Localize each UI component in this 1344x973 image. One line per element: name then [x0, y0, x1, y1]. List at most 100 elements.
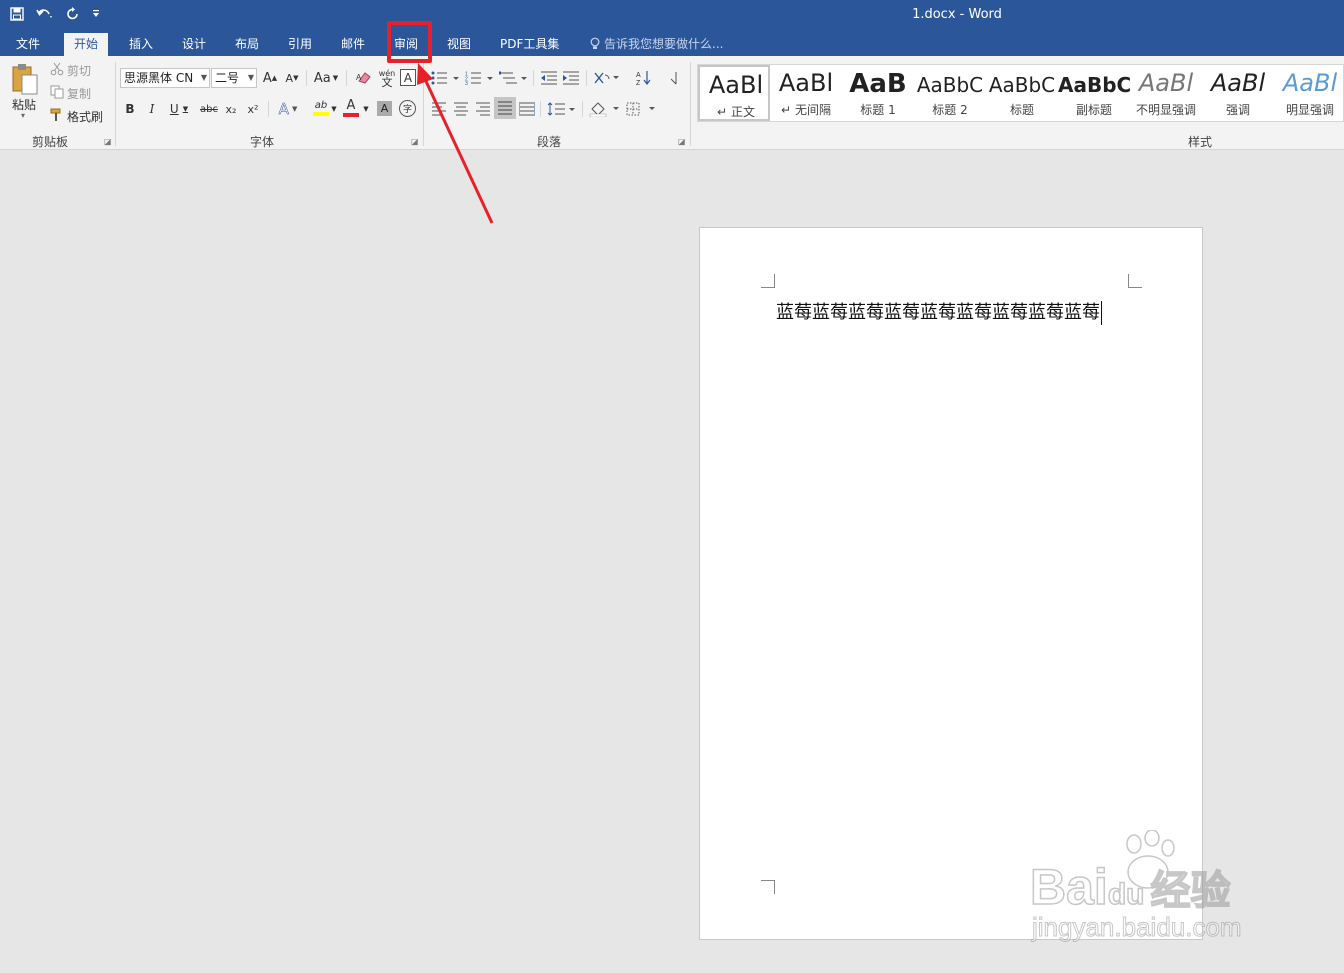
multilevel-list-button[interactable] [498, 68, 530, 88]
multilevel-list-icon [499, 71, 527, 84]
tab-mailings[interactable]: 邮件 [331, 33, 375, 56]
bold-button[interactable]: B [122, 99, 138, 119]
character-border-button[interactable]: A [400, 69, 416, 86]
enclose-characters-button[interactable]: 字 [399, 100, 416, 117]
numbering-button[interactable]: 123 [464, 68, 496, 88]
line-spacing-button[interactable] [546, 99, 578, 119]
paragraph-group-label: 段落 [536, 135, 561, 149]
style-subtle-emphasis[interactable]: AaBl 不明显强调 [1130, 65, 1202, 121]
margin-corner [761, 274, 775, 288]
style-name: 不明显强调 [1135, 103, 1196, 117]
font-color-icon: A [346, 98, 356, 113]
underline-button[interactable]: U ▼ [166, 99, 192, 119]
styles-gallery: AaBl ↵ 正文 AaBl ↵ 无间隔 AaB 标题 1 AaBbC 标题 2… [697, 64, 1344, 122]
window-title-text: 1.docx - Word [912, 7, 1002, 22]
style-normal[interactable]: AaBl ↵ 正文 [698, 65, 770, 121]
font-size-combo[interactable]: 二号 ▼ [211, 68, 257, 88]
svg-text:A: A [636, 72, 641, 79]
style-subtitle[interactable]: AaBbC 副标题 [1058, 65, 1130, 121]
style-sample: AaBl [778, 69, 834, 97]
scissors-icon [50, 62, 64, 76]
style-no-spacing[interactable]: AaBl ↵ 无间隔 [770, 65, 842, 121]
margin-corner [761, 880, 775, 894]
tab-pdf-tools[interactable]: PDF工具集 [490, 33, 569, 56]
justify-button[interactable] [494, 97, 516, 119]
tell-me-search[interactable]: 告诉我您想要做什么... [580, 33, 733, 56]
strikethrough-button[interactable]: abc [198, 99, 220, 119]
superscript-button[interactable]: x² [244, 99, 262, 119]
tab-file[interactable]: 文件 [6, 33, 50, 56]
highlighter-icon: ab [314, 100, 328, 111]
grow-font-button[interactable]: A ▲ [262, 68, 278, 88]
align-left-button[interactable] [430, 99, 448, 119]
numbering-icon: 123 [465, 72, 493, 85]
clear-formatting-button[interactable]: A [354, 68, 374, 88]
change-case-button[interactable]: Aa ▼ [312, 68, 340, 88]
increase-indent-button[interactable] [561, 68, 581, 88]
document-body[interactable]: 蓝莓蓝莓蓝莓蓝莓蓝莓蓝莓蓝莓蓝莓蓝莓 [776, 298, 1102, 325]
bullets-button[interactable] [430, 68, 462, 88]
subscript-button[interactable]: x₂ [222, 99, 240, 119]
copy-button[interactable]: 复制 [67, 85, 91, 102]
tab-references[interactable]: 引用 [278, 33, 322, 56]
margin-corner [1128, 274, 1142, 288]
borders-button[interactable] [624, 99, 658, 119]
shading-char: A [380, 102, 389, 115]
tab-design[interactable]: 设计 [172, 33, 216, 56]
watermark-logo-text: Baidu 经验 [1029, 858, 1231, 916]
font-name-combo[interactable]: 思源黑体 CN ▼ [120, 68, 210, 88]
italic-button[interactable]: I [144, 99, 160, 119]
increase-indent-icon [563, 71, 579, 85]
tab-home[interactable]: 开始 [64, 33, 109, 56]
font-launcher-icon[interactable]: ◪ [411, 137, 419, 146]
style-name: 标题 1 [860, 103, 896, 117]
decrease-indent-button[interactable] [539, 68, 559, 88]
highlight-dropdown[interactable]: ▼ [330, 99, 338, 119]
style-heading-1[interactable]: AaB 标题 1 [842, 65, 914, 121]
style-intense-emphasis[interactable]: AaBl 明显强调 [1274, 65, 1344, 121]
style-sample: AaBl [1210, 69, 1266, 97]
group-divider [306, 70, 307, 86]
style-sample: AaBl [708, 71, 764, 99]
shrink-font-icon: A [285, 71, 294, 85]
cut-button[interactable]: 剪切 [67, 62, 91, 79]
tab-insert[interactable]: 插入 [119, 33, 163, 56]
phonetic-guide-button[interactable]: wén 文 [377, 66, 397, 90]
paste-dropdown[interactable]: ▾ [21, 111, 25, 120]
clipboard-launcher-icon[interactable]: ◪ [104, 137, 112, 146]
style-name: 标题 2 [932, 103, 968, 117]
text-effects-icon: A [278, 100, 289, 119]
font-color-dropdown[interactable]: ▼ [362, 99, 370, 119]
shading-button[interactable] [588, 99, 622, 119]
style-heading-2[interactable]: AaBbC 标题 2 [914, 65, 986, 121]
strikethrough-label: abc [200, 103, 218, 115]
paste-icon[interactable] [8, 62, 42, 98]
paragraph-launcher-icon[interactable]: ◪ [678, 137, 686, 146]
tab-view[interactable]: 视图 [437, 33, 481, 56]
svg-text:A: A [356, 73, 362, 82]
group-divider [346, 70, 347, 86]
styles-group-label: 样式 [1187, 135, 1212, 149]
format-painter-button[interactable]: 格式刷 [67, 108, 103, 125]
align-right-button[interactable] [474, 99, 492, 119]
group-divider [540, 101, 541, 117]
svg-text:Z: Z [636, 80, 641, 86]
style-name: 明显强调 [1285, 103, 1334, 117]
style-emphasis[interactable]: AaBl 强调 [1202, 65, 1274, 121]
style-title[interactable]: AaBbC 标题 [986, 65, 1058, 121]
ribbon-tab-bar: 文件 开始 插入 设计 布局 引用 邮件 审阅 视图 PDF工具集 告诉我您想要… [0, 30, 1344, 56]
text-effects-button[interactable]: A ▼ [274, 99, 302, 119]
chinese-layout-button[interactable] [592, 68, 622, 88]
style-name: 强调 [1225, 103, 1250, 117]
tab-layout[interactable]: 布局 [225, 33, 269, 56]
shrink-font-button[interactable]: A ▼ [284, 68, 300, 88]
show-hide-marks-button[interactable] [664, 68, 682, 88]
font-color-button[interactable]: A [340, 97, 362, 119]
style-name: ↵ 无间隔 [770, 101, 842, 118]
sort-icon: AZ [636, 71, 651, 86]
sort-button[interactable]: AZ [634, 68, 654, 88]
align-center-button[interactable] [452, 99, 470, 119]
font-color-swatch [343, 113, 359, 117]
character-shading-button[interactable]: A [377, 101, 392, 116]
distributed-button[interactable] [518, 99, 536, 119]
